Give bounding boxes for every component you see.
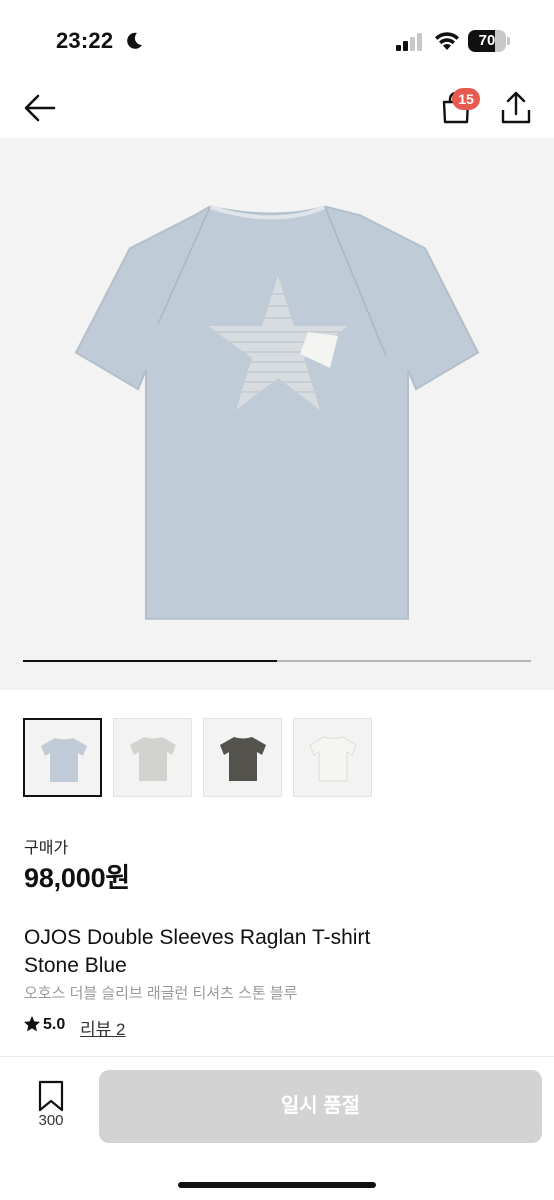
thumbnail-white[interactable]: [293, 718, 372, 797]
rating-value: 5.0: [43, 1016, 66, 1033]
cart-badge: 15: [452, 88, 480, 110]
thumbnail-charcoal[interactable]: [203, 718, 282, 797]
product-title-line1: OJOS Double Sleeves Raglan T-shirt: [24, 926, 371, 949]
product-image[interactable]: [60, 196, 494, 632]
bottom-divider: [0, 1056, 554, 1057]
home-indicator: [178, 1182, 376, 1188]
status-bar: 23:22 70: [0, 0, 554, 84]
thumbnail-gray[interactable]: [113, 718, 192, 797]
tshirt-thumbnail-image: [130, 737, 176, 781]
price-label: 구매가: [24, 840, 69, 857]
review-link[interactable]: 리뷰 2: [80, 1015, 125, 1040]
tshirt-thumbnail-image: [220, 737, 266, 781]
soldout-button[interactable]: 일시 품절: [99, 1070, 542, 1143]
wifi-icon: [435, 32, 459, 50]
moon-icon: [127, 32, 142, 49]
signal-icon: [396, 33, 422, 51]
tshirt-thumbnail-image: [309, 736, 357, 782]
star-icon: [24, 1016, 40, 1032]
product-gallery[interactable]: [0, 138, 554, 690]
thumbnail-strip: [0, 718, 554, 800]
back-arrow-icon[interactable]: [22, 90, 58, 126]
battery-indicator: 70: [468, 30, 510, 52]
thumbnail-stone-blue[interactable]: [23, 718, 102, 797]
product-title: OJOS Double Sleeves Raglan T-shirt Stone…: [24, 924, 524, 980]
bookmark-button[interactable]: 300: [26, 1078, 76, 1136]
bookmark-count: 300: [38, 1112, 64, 1129]
status-time: 23:22: [56, 28, 114, 53]
bookmark-icon: [38, 1080, 64, 1112]
product-title-line2: Stone Blue: [24, 954, 127, 977]
product-title-korean: 오호스 더블 슬리브 래글런 티셔츠 스톤 블루: [24, 985, 298, 1002]
share-icon[interactable]: [496, 88, 536, 128]
tshirt-thumbnail-image: [41, 738, 87, 782]
price-value: 98,000원: [24, 863, 131, 893]
battery-level: 70: [478, 32, 496, 49]
gallery-progress: [23, 660, 531, 662]
